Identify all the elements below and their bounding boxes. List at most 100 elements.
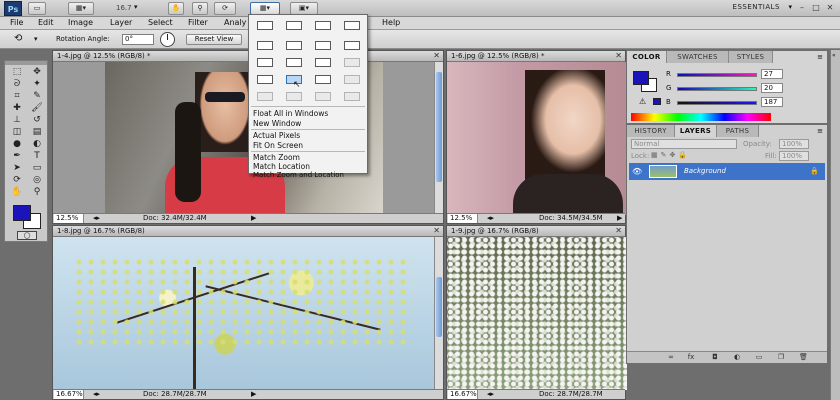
new-window-item[interactable]: New Window [253,119,301,128]
blue-slider[interactable] [677,101,757,105]
lock-icons[interactable]: ▦✎✥🔒 [651,151,690,159]
layout-4up-icon[interactable] [315,41,331,50]
path-selection-icon[interactable]: ➤ [9,163,25,174]
zoom-field[interactable]: 12.5% [54,214,84,223]
red-value[interactable]: 27 [761,69,783,79]
layer-row-background[interactable]: 👁 Background 🔒 [629,163,825,180]
gradient-tool-icon[interactable]: ▤ [29,127,45,138]
lasso-tool-icon[interactable]: ᘐ [9,79,25,90]
link-layers-icon[interactable]: ∞ [667,354,675,361]
layer-style-icon[interactable]: fx [687,354,695,361]
gamut-swatch[interactable] [653,98,661,105]
menu-file[interactable]: File [10,18,23,27]
vertical-scrollbar[interactable] [434,62,443,213]
pen-tool-icon[interactable]: ✒ [9,151,25,162]
layout-8up-icon[interactable] [344,58,360,67]
document-close-icon[interactable]: ✕ [615,51,622,61]
adjustment-layer-icon[interactable]: ◐ [733,354,741,361]
document-title[interactable]: 1-6.jpg @ 12.5% (RGB/8) * [447,51,625,62]
fit-on-screen-item[interactable]: Fit On Screen [253,141,303,150]
tab-history[interactable]: HISTORY [627,125,675,137]
eraser-tool-icon[interactable]: ◫ [9,127,25,138]
tab-swatches[interactable]: SWATCHES [667,51,729,63]
status-toggle-icon[interactable]: ◂▸ [487,390,494,399]
gamut-warning-icon[interactable]: ⚠ [639,97,646,106]
zoom-level-readout[interactable]: 16.7 [116,4,132,12]
reset-view-button[interactable]: Reset View [186,34,242,45]
marquee-tool-icon[interactable]: ⬚ [9,67,25,78]
actual-pixels-item[interactable]: Actual Pixels [253,131,300,140]
document-title[interactable]: 1-9.jpg @ 16.7% (RGB/8) [447,226,625,237]
visibility-eye-icon[interactable]: 👁 [632,167,642,176]
layout-9up-icon[interactable] [344,75,360,84]
match-zoom-item[interactable]: Match Zoom [253,153,300,162]
hand-tool-icon[interactable]: ✋ [168,2,184,15]
layer-name[interactable]: Background [684,167,726,175]
menu-edit[interactable]: Edit [38,18,54,27]
magic-wand-icon[interactable]: ✦ [29,79,45,90]
layout-3up-horizontal-icon[interactable] [257,41,273,50]
panel-menu-icon[interactable]: ≡ [817,53,823,61]
document-window-3[interactable]: 1-8.jpg @ 16.7% (RGB/8) ✕ 16.67% ◂▸ Doc:… [52,225,444,400]
document-window-2[interactable]: 1-6.jpg @ 12.5% (RGB/8) * ✕ 12.5% ◂▸ Doc… [446,50,627,224]
maximize-icon[interactable]: □ [810,3,822,14]
layout-16up-icon[interactable] [315,92,331,101]
menu-analysis[interactable]: Analy [224,18,246,27]
tab-paths[interactable]: PATHS [717,125,759,137]
brush-tool-icon[interactable]: 🖌 [29,103,45,114]
zoom-field[interactable]: 16.67% [54,390,84,399]
layout-12up-icon[interactable] [257,92,273,101]
status-menu-icon[interactable]: ▶ [251,214,256,223]
menu-filter[interactable]: Filter [188,18,208,27]
panel-menu-icon[interactable]: ≡ [817,127,823,135]
zoom-field[interactable]: 12.5% [448,214,478,223]
status-menu-icon[interactable]: ▶ [617,214,622,223]
minimize-icon[interactable]: – [796,3,808,14]
status-toggle-icon[interactable]: ◂▸ [93,214,100,223]
hand-tool-panel-icon[interactable]: ✋ [9,187,25,198]
fill-input[interactable]: 100% [779,151,809,161]
rotation-angle-input[interactable]: 0° [122,34,154,45]
opacity-input[interactable]: 100% [779,139,809,149]
workspace-switcher[interactable]: ESSENTIALS [733,3,780,11]
menu-image[interactable]: Image [68,18,93,27]
layout-6up-alt-icon[interactable] [315,58,331,67]
red-slider[interactable] [677,73,757,77]
rotate-tool-icon[interactable]: ⟲ [14,33,22,44]
green-value[interactable]: 20 [761,83,783,93]
layout-6up-grid-icon[interactable] [315,75,331,84]
green-slider[interactable] [677,87,757,91]
foreground-swatch[interactable] [633,71,649,85]
status-toggle-icon[interactable]: ◂▸ [93,390,100,399]
layout-6up-icon[interactable] [286,58,302,67]
blue-value[interactable]: 187 [761,97,783,107]
match-location-item[interactable]: Match Location [253,162,310,171]
expand-panels-icon[interactable]: « [832,52,836,59]
layer-mask-icon[interactable]: ◘ [711,354,719,361]
healing-brush-icon[interactable]: ✚ [9,103,25,114]
document-window-4[interactable]: 1-9.jpg @ 16.7% (RGB/8) ✕ 16.67% ◂▸ Doc:… [446,225,627,400]
color-spectrum-bar[interactable] [631,113,771,121]
tab-layers[interactable]: LAYERS [675,125,717,137]
eyedropper-icon[interactable]: ✎ [29,91,45,102]
layout-5up-icon[interactable] [257,58,273,67]
document-close-icon[interactable]: ✕ [615,226,622,236]
float-all-in-windows-item[interactable]: Float All in Windows [253,109,328,118]
layout-3up-stacked-icon[interactable] [286,41,302,50]
3d-orbit-icon[interactable]: ◎ [29,175,45,186]
foreground-color-swatch[interactable] [13,205,31,221]
close-icon[interactable]: ✕ [824,3,836,14]
history-brush-icon[interactable]: ↺ [29,115,45,126]
layout-4up-grid-icon[interactable] [257,75,273,84]
tool-preset-dropdown-icon[interactable]: ▾ [34,35,38,43]
new-group-icon[interactable]: ▭ [755,354,763,361]
document-title[interactable]: 1-8.jpg @ 16.7% (RGB/8) [53,226,443,237]
status-toggle-icon[interactable]: ◂▸ [487,214,494,223]
workspace-dropdown-icon[interactable]: ▾ [788,3,792,11]
quick-mask-icon[interactable]: ◯ [17,231,37,240]
document-close-icon[interactable]: ✕ [433,51,440,61]
layout-consolidate-icon[interactable] [257,21,273,30]
blur-tool-icon[interactable]: ● [9,139,25,150]
layout-16up-alt-icon[interactable] [344,92,360,101]
zoom-tool-panel-icon[interactable]: ⚲ [29,187,45,198]
